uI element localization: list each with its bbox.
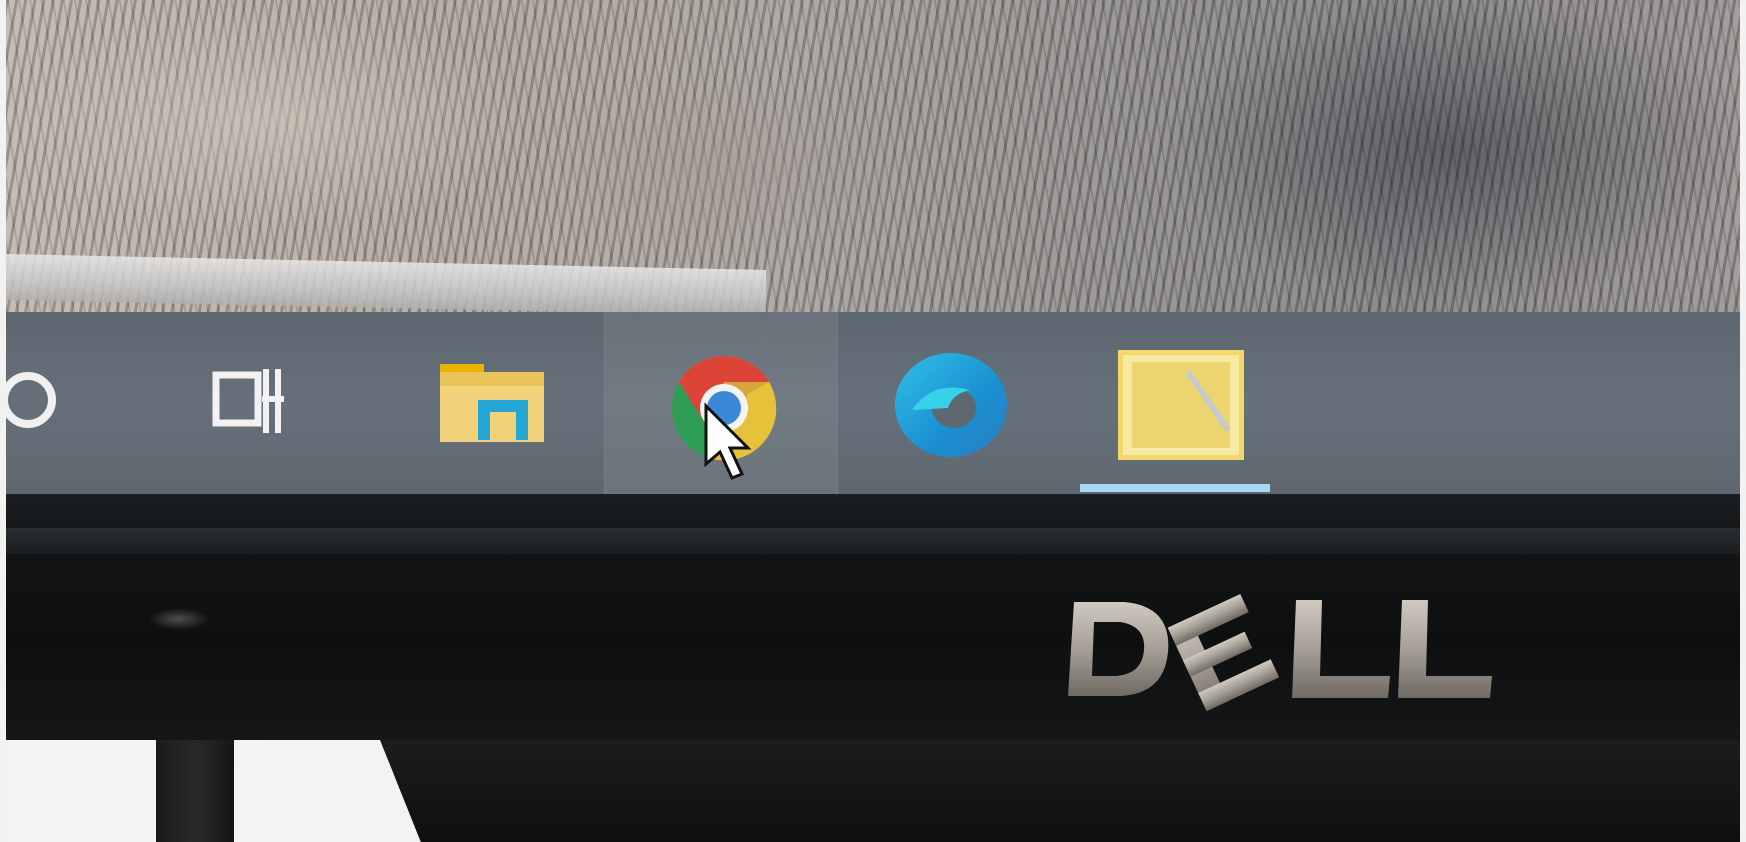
arrow-cursor-icon <box>702 402 752 482</box>
task-view-icon[interactable] <box>210 365 290 437</box>
cortana-circle-icon[interactable] <box>0 372 56 428</box>
bezel-ridge <box>6 528 1740 554</box>
photo-frame <box>0 0 1746 842</box>
edge-icon[interactable] <box>892 350 1010 460</box>
folder-icon[interactable] <box>438 362 546 444</box>
active-app-indicator <box>1080 484 1270 492</box>
dell-logo <box>1064 584 1494 714</box>
sticky-notes-icon[interactable] <box>1117 349 1245 461</box>
monitor-stand-base <box>380 740 1740 842</box>
bezel-smudge <box>148 608 210 630</box>
monitor-stand-post <box>156 740 234 842</box>
